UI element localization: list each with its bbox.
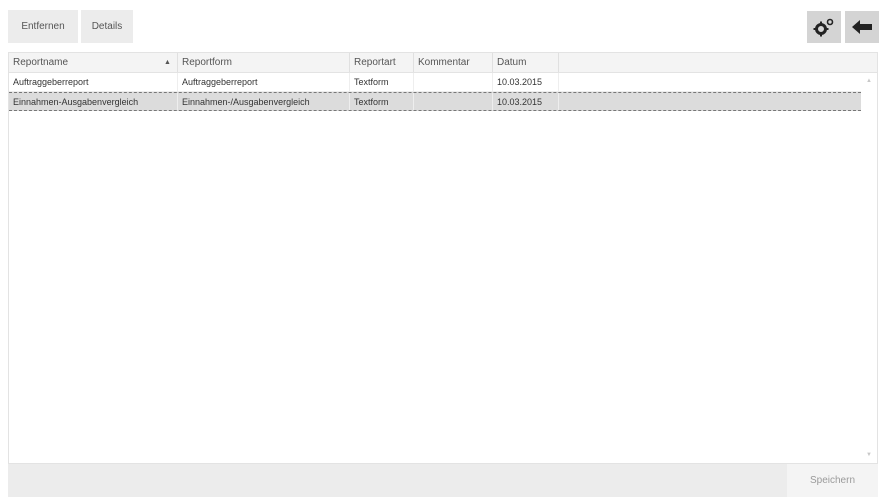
cell-datum: 10.03.2015: [493, 93, 559, 110]
toolbar: Entfernen Details: [0, 0, 885, 50]
column-header-reportname[interactable]: Reportname: [9, 53, 178, 72]
settings-button[interactable]: [807, 11, 841, 43]
footer-bar: Speichern: [8, 464, 878, 497]
cell-reportform: Auftraggeberreport: [178, 73, 350, 91]
scroll-down-icon[interactable]: ▼: [861, 449, 877, 461]
table-header: Reportname ▲ Reportform Reportart Kommen…: [9, 53, 877, 73]
report-table: Reportname ▲ Reportform Reportart Kommen…: [8, 52, 878, 464]
column-header-datum[interactable]: Datum: [493, 53, 559, 72]
settings-gears-icon: [813, 18, 834, 37]
cell-reportform: Einnahmen-/Ausgabenvergleich: [178, 93, 350, 110]
table-row[interactable]: Auftraggeberreport Auftraggeberreport Te…: [9, 73, 861, 92]
cell-datum: 10.03.2015: [493, 73, 559, 91]
vertical-scrollbar[interactable]: ▲ ▼: [861, 73, 877, 463]
column-header-kommentar[interactable]: Kommentar: [414, 53, 493, 72]
cell-kommentar: [414, 73, 493, 91]
sort-ascending-icon: ▲: [164, 59, 171, 66]
cell-kommentar: [414, 93, 493, 110]
save-button[interactable]: Speichern: [787, 464, 878, 497]
cell-reportname: Auftraggeberreport: [9, 73, 178, 91]
cell-reportname: Einnahmen-Ausgabenvergleich: [9, 93, 178, 110]
remove-button[interactable]: Entfernen: [8, 10, 78, 43]
back-button[interactable]: [845, 11, 879, 43]
column-header-reportart[interactable]: Reportart: [350, 53, 414, 72]
cell-reportart: Textform: [350, 73, 414, 91]
scroll-up-icon[interactable]: ▲: [861, 75, 877, 87]
column-header-reportform[interactable]: Reportform: [178, 53, 350, 72]
cell-reportart: Textform: [350, 93, 414, 110]
table-row-selected[interactable]: Einnahmen-Ausgabenvergleich Einnahmen-/A…: [9, 92, 861, 111]
details-button[interactable]: Details: [81, 10, 133, 43]
arrow-left-icon: [852, 20, 872, 34]
